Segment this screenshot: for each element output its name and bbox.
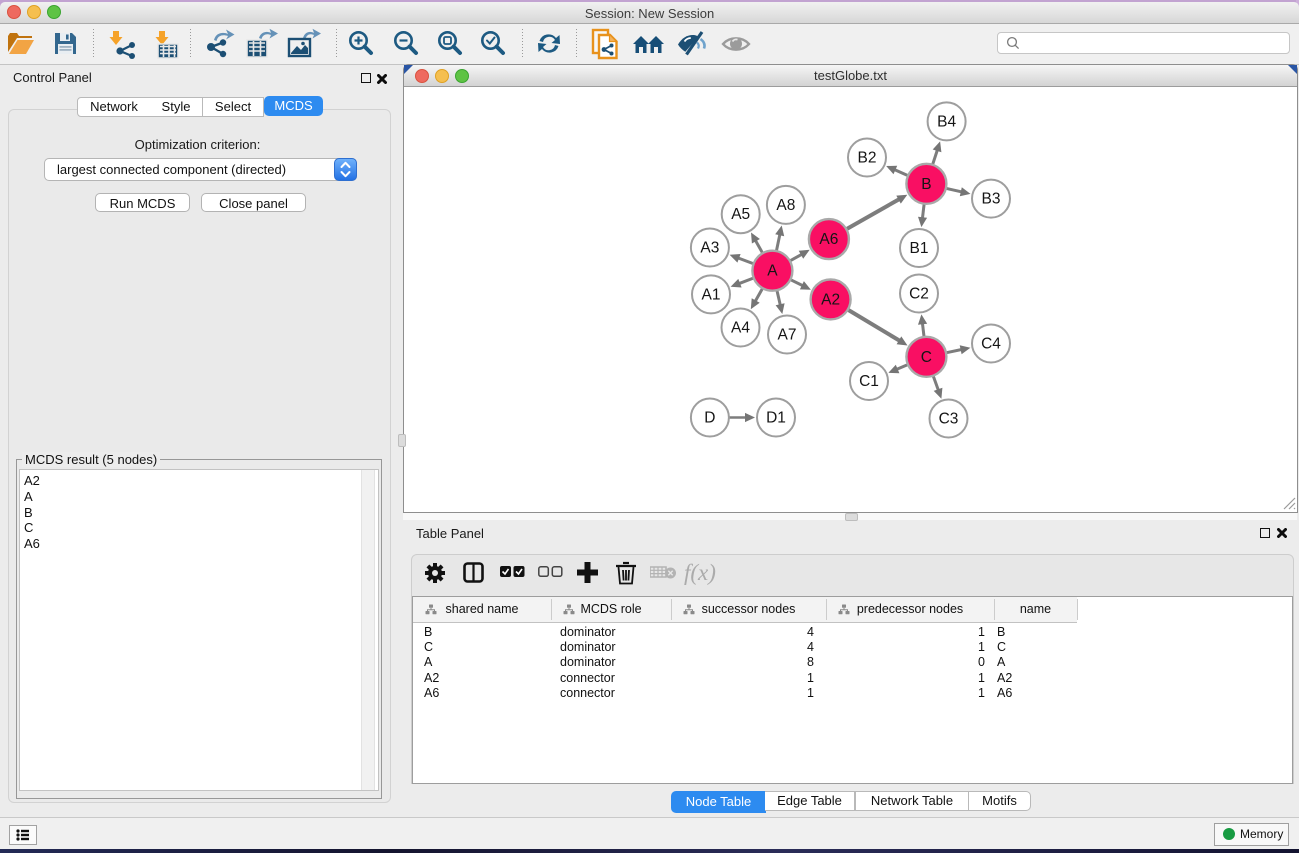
svg-text:C2: C2: [909, 286, 929, 303]
svg-text:B1: B1: [910, 240, 929, 257]
svg-text:D1: D1: [766, 410, 786, 427]
svg-text:A7: A7: [778, 327, 797, 344]
svg-text:A1: A1: [702, 286, 721, 303]
svg-text:D: D: [704, 410, 715, 427]
svg-text:B: B: [921, 176, 931, 193]
svg-text:A4: A4: [731, 320, 750, 337]
svg-text:A8: A8: [776, 197, 795, 214]
svg-text:C: C: [921, 349, 932, 366]
svg-text:A: A: [767, 263, 778, 280]
svg-text:B4: B4: [937, 113, 956, 130]
svg-text:B3: B3: [982, 191, 1001, 208]
svg-text:A6: A6: [819, 231, 838, 248]
svg-text:C4: C4: [981, 336, 1001, 353]
svg-text:A2: A2: [821, 291, 840, 308]
svg-text:C3: C3: [939, 411, 959, 428]
svg-text:A3: A3: [700, 240, 719, 257]
svg-text:B2: B2: [858, 150, 877, 167]
svg-text:A5: A5: [731, 206, 750, 223]
svg-text:C1: C1: [859, 373, 879, 390]
